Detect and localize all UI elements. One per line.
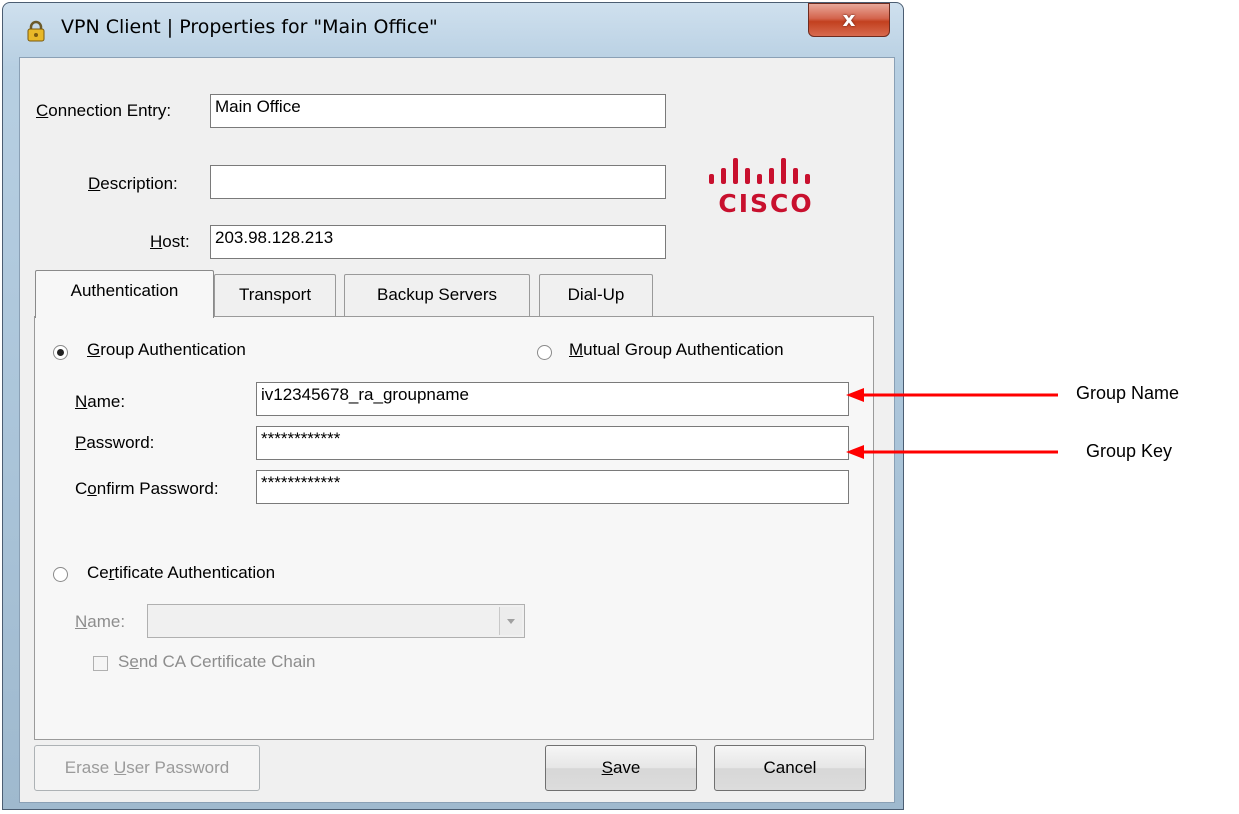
host-input[interactable]: 203.98.128.213 — [210, 225, 666, 259]
group-key-annotation: Group Key — [1086, 441, 1173, 461]
window-title: VPN Client | Properties for "Main Office… — [61, 16, 438, 38]
certificate-authentication-label: Certificate Authentication — [87, 563, 276, 582]
cancel-button[interactable]: Cancel — [714, 745, 866, 791]
connection-entry-label: Connection Entry: — [36, 101, 172, 120]
cisco-logo: CISCO — [709, 158, 813, 216]
confirm-password-input[interactable]: ************ — [256, 470, 849, 504]
group-name-label: Name: — [75, 392, 126, 411]
close-icon: x — [842, 7, 856, 31]
group-name-input[interactable]: iv12345678_ra_groupname — [256, 382, 849, 416]
send-ca-certificate-checkbox[interactable] — [93, 656, 108, 671]
group-authentication-label: Group Authentication — [87, 340, 246, 359]
send-ca-certificate-label: Send CA Certificate Chain — [118, 652, 316, 671]
close-button[interactable]: x — [808, 3, 890, 37]
group-key-arrow — [846, 445, 1058, 459]
description-input[interactable] — [210, 165, 666, 199]
annotation-arrows — [846, 388, 1058, 459]
certificate-name-select[interactable] — [147, 604, 525, 638]
connection-entry-input[interactable]: Main Office — [210, 94, 666, 128]
tab-backup-servers[interactable]: Backup Servers — [344, 274, 530, 316]
certificate-name-label: Name: — [75, 612, 126, 631]
group-name-arrow — [846, 388, 1058, 402]
chevron-down-icon — [507, 619, 515, 624]
password-label: Password: — [75, 433, 155, 452]
authentication-tab-panel — [34, 316, 874, 740]
group-name-annotation: Group Name — [1076, 383, 1180, 403]
password-input[interactable]: ************ — [256, 426, 849, 460]
erase-user-password-button[interactable]: Erase User Password — [34, 745, 260, 791]
mutual-group-authentication-label: Mutual Group Authentication — [569, 340, 784, 359]
save-button[interactable]: Save — [545, 745, 697, 791]
host-label: Host: — [150, 232, 190, 251]
lock-icon — [27, 20, 45, 42]
tab-dial-up[interactable]: Dial-Up — [539, 274, 653, 316]
confirm-password-label: Confirm Password: — [75, 479, 219, 498]
tab-transport[interactable]: Transport — [214, 274, 336, 316]
certificate-authentication-radio[interactable] — [53, 567, 68, 582]
tab-authentication[interactable]: Authentication — [35, 270, 214, 318]
dropdown-button[interactable] — [499, 607, 522, 635]
title-bar[interactable]: VPN Client | Properties for "Main Office… — [3, 3, 903, 57]
mutual-group-authentication-radio[interactable] — [537, 345, 552, 360]
cisco-logo-text: CISCO — [718, 189, 813, 216]
group-authentication-radio[interactable] — [53, 345, 68, 360]
description-label: Description: — [88, 174, 178, 193]
